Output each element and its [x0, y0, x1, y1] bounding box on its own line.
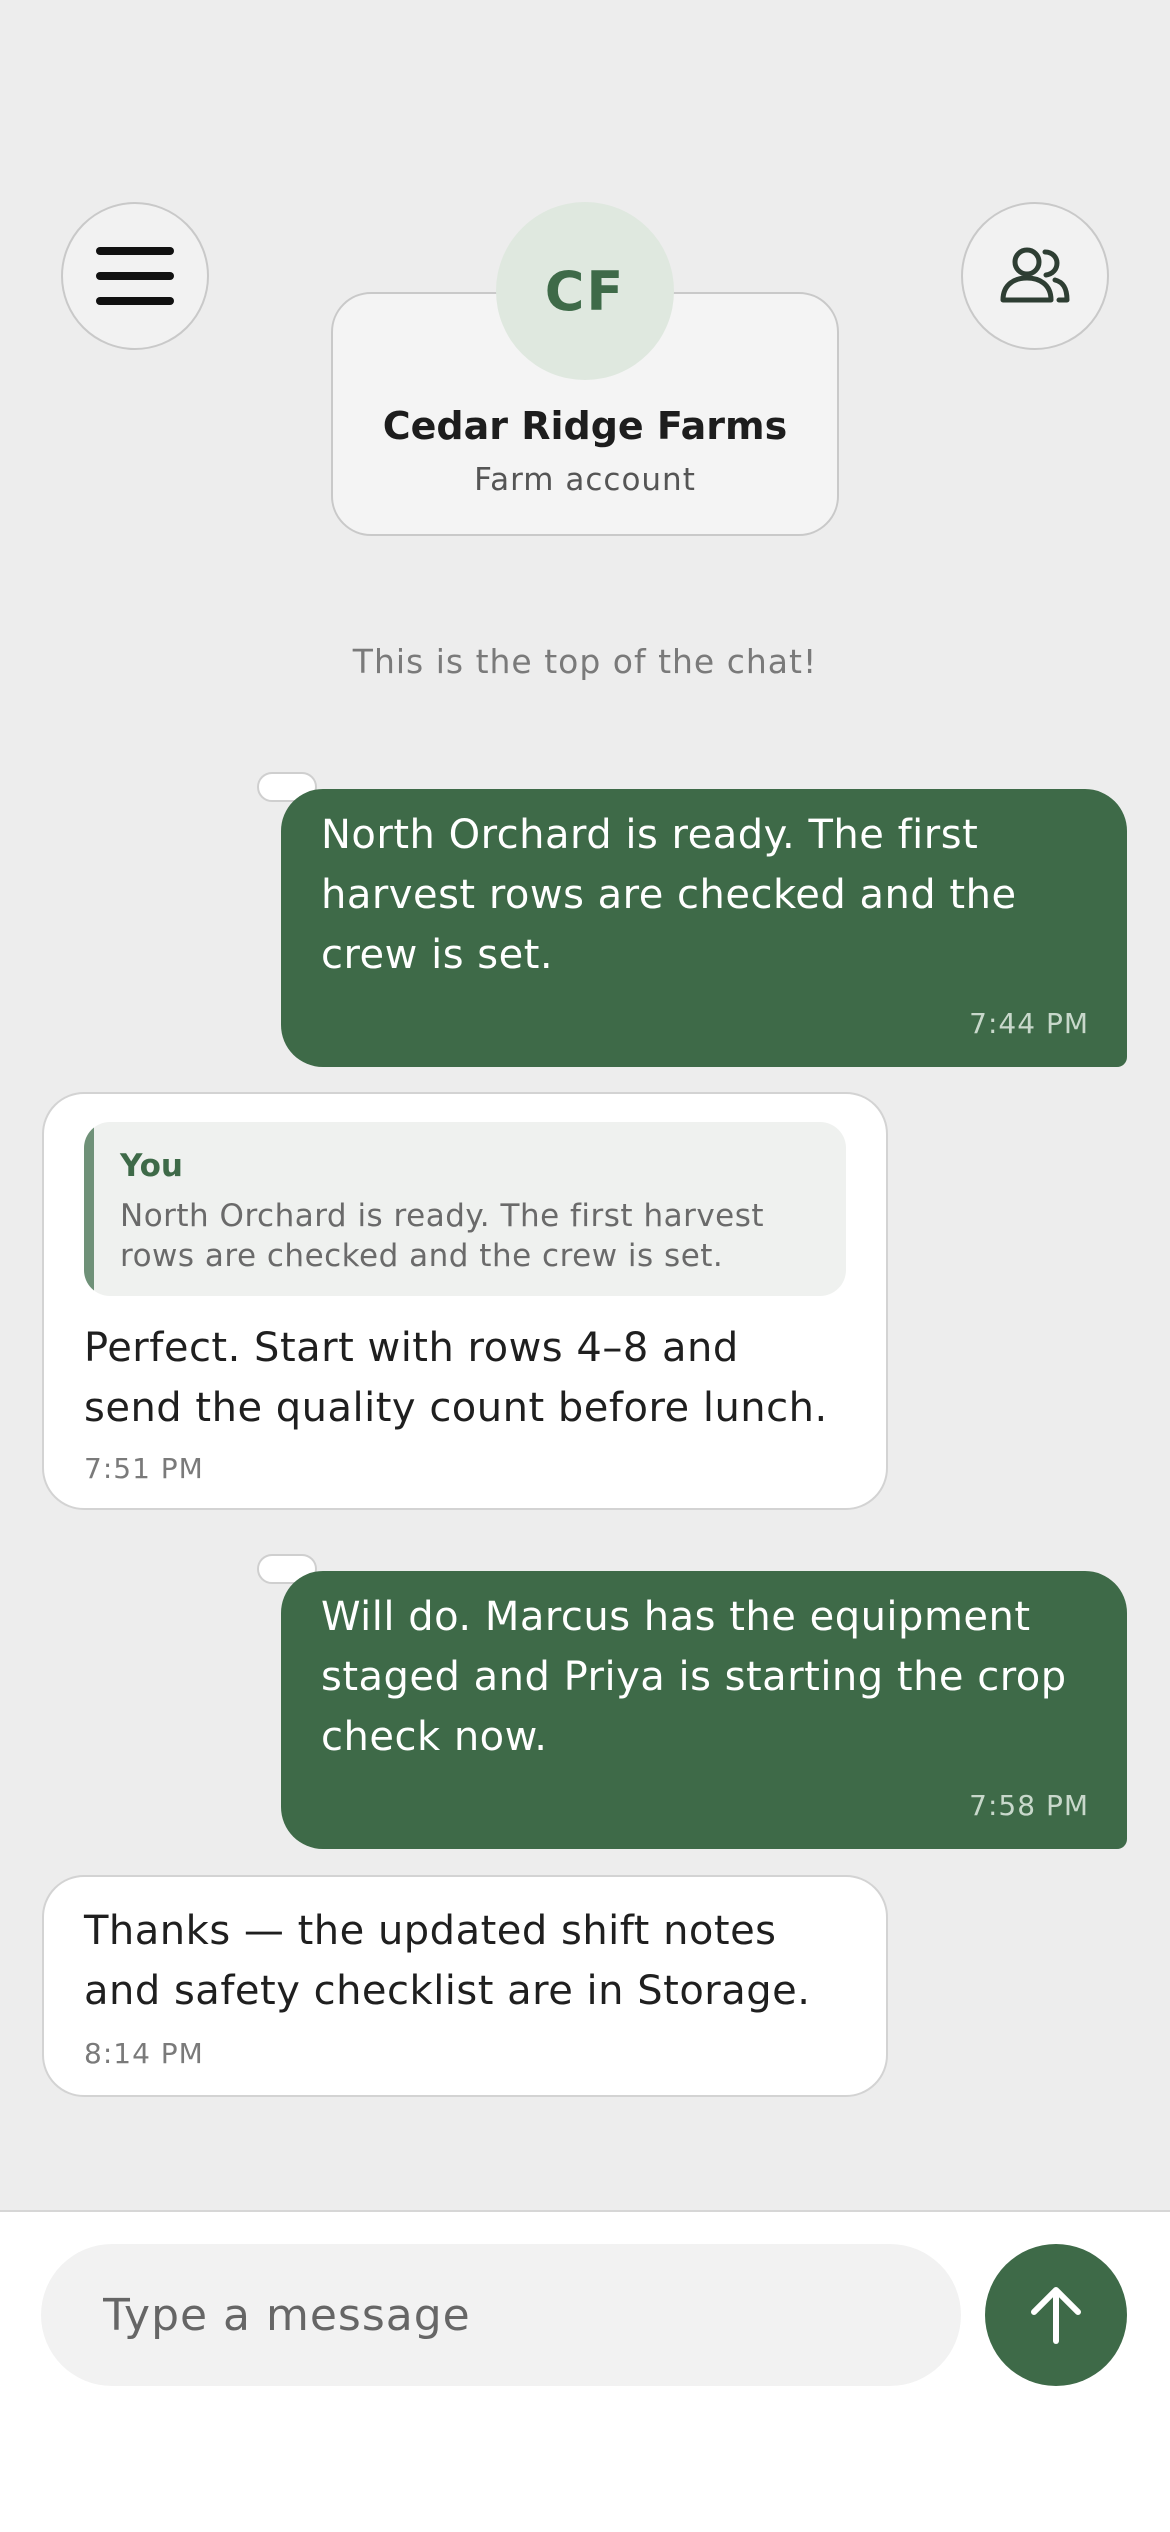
message-text-line: check now. — [321, 1714, 548, 1760]
send-button[interactable] — [985, 2244, 1127, 2386]
outgoing-message-bubble[interactable]: North Orchard is ready. The first harves… — [281, 789, 1127, 1067]
quoted-reply[interactable]: You North Orchard is ready. The first ha… — [84, 1122, 846, 1296]
message-text-line: and safety checklist are in Storage. — [84, 1968, 811, 2014]
quote-accent-bar — [84, 1122, 94, 1296]
message-text-line: Will do. Marcus has the equipment — [321, 1594, 1031, 1640]
message-time: 8:14 PM — [84, 2037, 204, 2070]
message-input[interactable] — [41, 2244, 961, 2386]
quote-text-line: rows are checked and the crew is set. — [120, 1238, 724, 1274]
message-text: Perfect. Start with rows 4–8 and send th… — [84, 1318, 828, 1438]
message-time: 7:44 PM — [969, 1007, 1089, 1040]
message-text-line: crew is set. — [321, 932, 554, 978]
message-text-line: Perfect. Start with rows 4–8 and — [84, 1325, 739, 1371]
arrow-up-icon — [1031, 2287, 1081, 2344]
chat-top-notice: This is the top of the chat! — [352, 642, 818, 681]
message-text-line: harvest rows are checked and the — [321, 872, 1017, 918]
message-time: 7:51 PM — [84, 1452, 204, 1485]
outgoing-message-bubble[interactable]: Will do. Marcus has the equipment staged… — [281, 1571, 1127, 1849]
message-text: North Orchard is ready. The first harves… — [321, 805, 1017, 985]
message-text-line: North Orchard is ready. The first — [321, 812, 979, 858]
message-text-line: send the quality count before lunch. — [84, 1385, 828, 1431]
avatar: CF — [496, 202, 674, 380]
contact-name: Cedar Ridge Farms — [382, 404, 788, 448]
message-text: Will do. Marcus has the equipment staged… — [321, 1587, 1067, 1767]
incoming-message-bubble[interactable]: Thanks — the updated shift notes and saf… — [42, 1875, 888, 2097]
incoming-message-bubble[interactable]: You North Orchard is ready. The first ha… — [42, 1092, 888, 1510]
quote-author: You — [120, 1148, 183, 1184]
contact-subtitle: Farm account — [474, 462, 696, 498]
people-icon — [1000, 247, 1070, 303]
message-text-line: Thanks — the updated shift notes — [84, 1908, 777, 1954]
message-text-line: staged and Priya is starting the crop — [321, 1654, 1067, 1700]
message-composer — [0, 2210, 1170, 2532]
chat-screen: CF Cedar Ridge Farms Farm account This i… — [0, 0, 1170, 2532]
hamburger-menu-icon — [96, 247, 174, 305]
quote-text-line: North Orchard is ready. The first harves… — [120, 1198, 765, 1234]
menu-button[interactable] — [61, 202, 209, 350]
quote-text: North Orchard is ready. The first harves… — [120, 1196, 820, 1276]
message-time: 7:58 PM — [969, 1789, 1089, 1822]
message-text: Thanks — the updated shift notes and saf… — [84, 1901, 810, 2021]
people-button[interactable] — [961, 202, 1109, 350]
